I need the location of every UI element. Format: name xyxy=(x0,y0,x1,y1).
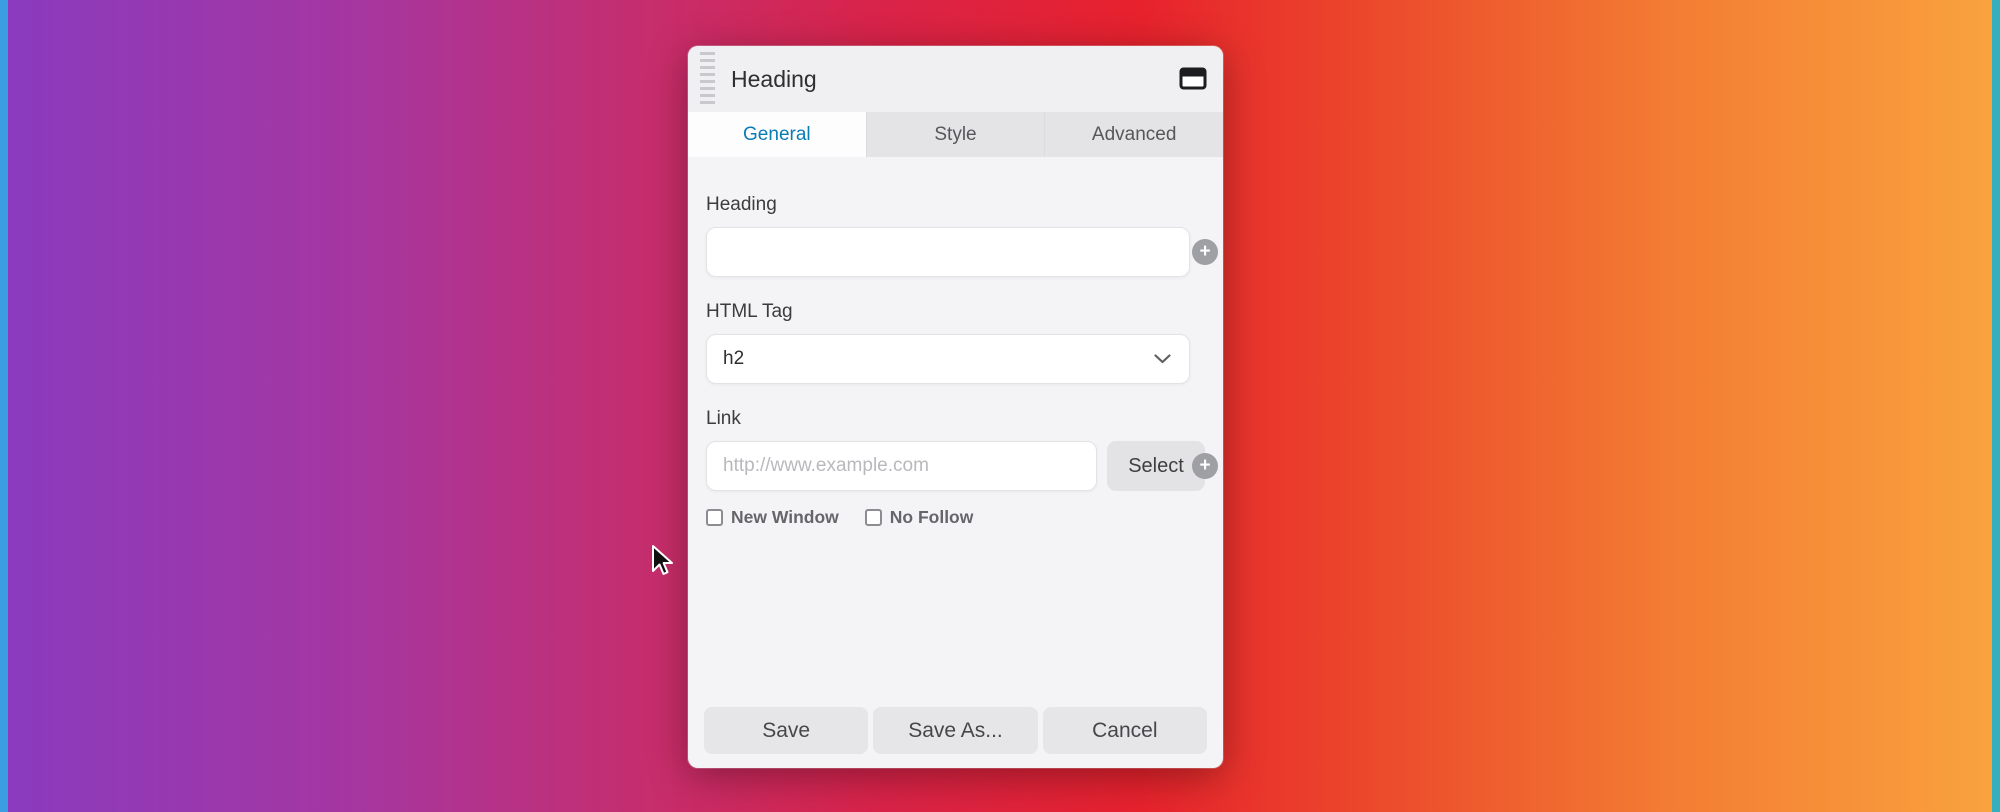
link-field-label: Link xyxy=(706,408,741,429)
save-as-button[interactable]: Save As... xyxy=(873,707,1038,754)
window-icon xyxy=(1179,67,1207,90)
no-follow-label: No Follow xyxy=(889,507,974,527)
desktop: Heading General Style Advanced Heading + xyxy=(0,0,2000,812)
heading-field-label: Heading xyxy=(706,194,777,215)
dialog-footer: Save Save As... Cancel xyxy=(704,707,1207,754)
html-tag-field-label: HTML Tag xyxy=(706,301,793,322)
no-follow-option[interactable]: No Follow xyxy=(864,507,974,528)
window-toggle-button[interactable] xyxy=(1179,66,1207,90)
tab-advanced[interactable]: Advanced xyxy=(1044,112,1223,157)
heading-text-input[interactable] xyxy=(706,227,1190,277)
no-follow-checkbox[interactable] xyxy=(864,509,882,526)
heading-field-row: + xyxy=(706,227,1218,277)
plus-circle-icon[interactable]: + xyxy=(1192,453,1218,479)
link-options-row: New Window No Follow xyxy=(706,507,1205,528)
html-tag-field-row: h2 xyxy=(706,334,1205,384)
heading-settings-dialog: Heading General Style Advanced Heading + xyxy=(688,46,1223,768)
new-window-option[interactable]: New Window xyxy=(706,507,839,528)
link-field-row: Select + xyxy=(706,441,1218,491)
left-edge-strip xyxy=(0,0,8,812)
tab-style[interactable]: Style xyxy=(866,112,1045,157)
new-window-checkbox[interactable] xyxy=(706,509,723,526)
dialog-header: Heading xyxy=(688,46,1223,112)
html-tag-selected-value: h2 xyxy=(723,348,745,369)
tab-general[interactable]: General xyxy=(688,112,866,157)
tab-bar: General Style Advanced xyxy=(688,112,1223,157)
right-edge-strip xyxy=(1992,0,2000,812)
new-window-label: New Window xyxy=(731,507,839,527)
link-url-input[interactable] xyxy=(706,441,1097,491)
html-tag-select[interactable]: h2 xyxy=(706,334,1190,384)
grip-lines-icon[interactable] xyxy=(700,52,715,106)
chevron-down-icon xyxy=(1154,354,1171,364)
mouse-cursor-icon xyxy=(650,544,674,583)
save-button[interactable]: Save xyxy=(704,707,869,754)
cancel-button[interactable]: Cancel xyxy=(1042,707,1207,754)
link-select-button[interactable]: Select xyxy=(1107,441,1205,491)
dialog-body: Heading + HTML Tag h2 Link http://www.ex… xyxy=(688,157,1223,768)
dialog-title: Heading xyxy=(731,65,817,92)
plus-circle-icon[interactable]: + xyxy=(1192,239,1218,265)
